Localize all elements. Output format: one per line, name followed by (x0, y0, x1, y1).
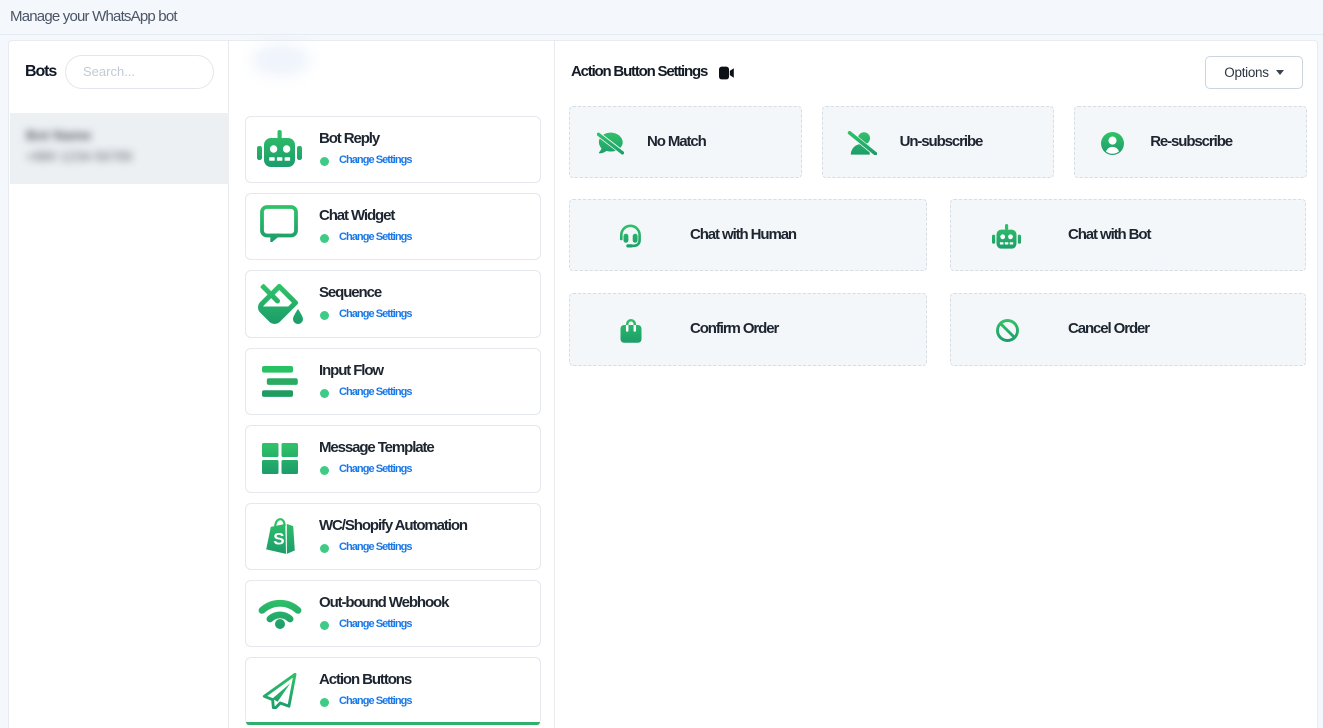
svg-text:S: S (273, 530, 284, 549)
